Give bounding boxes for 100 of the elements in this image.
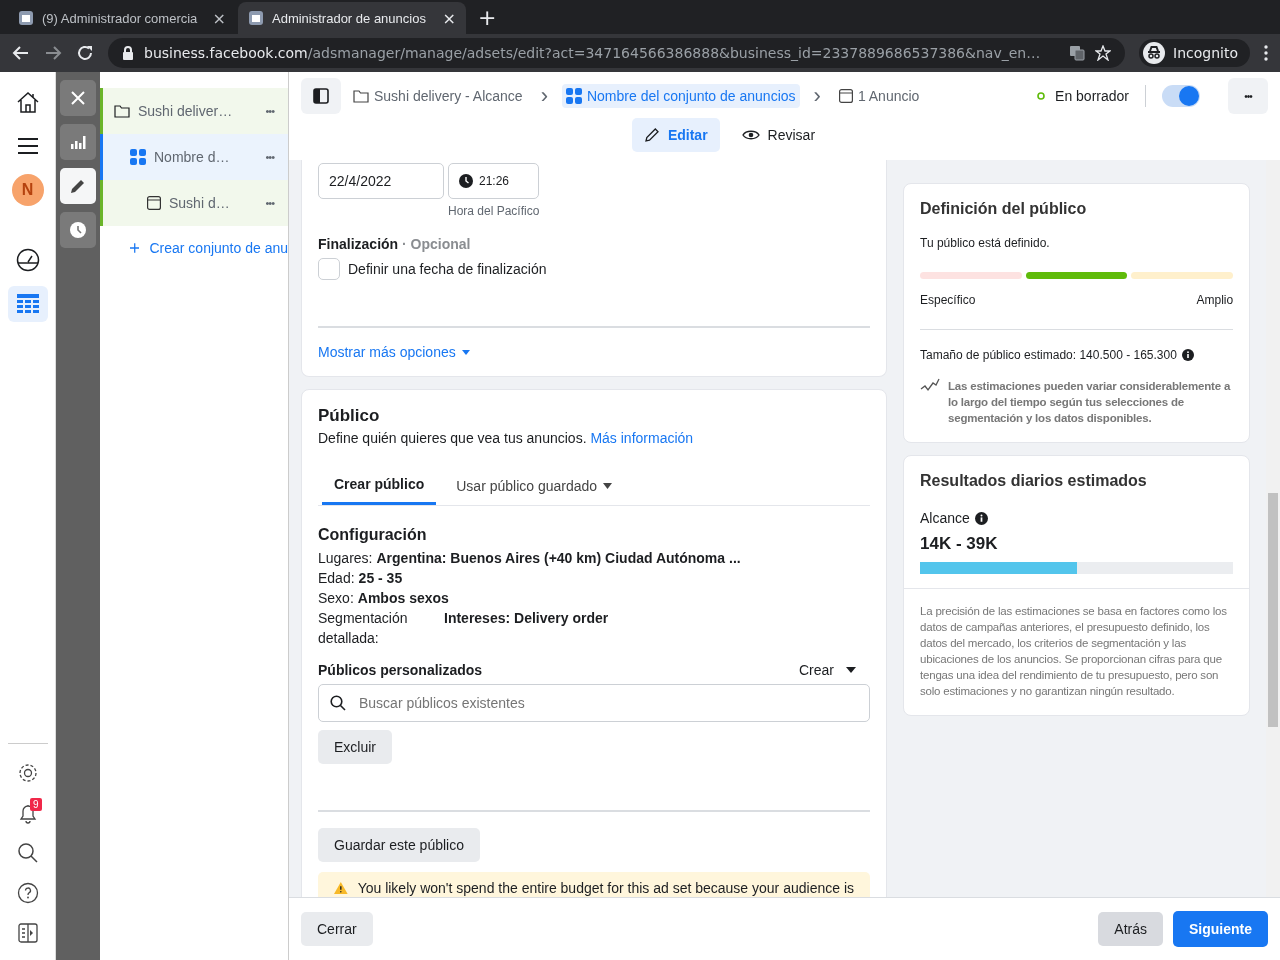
- tree-item[interactable]: Nombre d… •••: [100, 134, 288, 180]
- more-button[interactable]: •••: [1228, 78, 1268, 114]
- pencil-icon: [643, 127, 660, 143]
- home-icon: [15, 90, 40, 114]
- section-label: Finalización: [318, 236, 399, 252]
- incognito-icon: [1143, 42, 1166, 64]
- reload-icon[interactable]: [76, 44, 94, 62]
- breadcrumb[interactable]: Nombre del conjunto de anuncios: [561, 84, 800, 108]
- more-button[interactable]: •••: [265, 105, 274, 117]
- config-label: Segmentación detallada:: [318, 609, 409, 648]
- chevron-icon: ›: [807, 85, 827, 107]
- config-label: Edad:: [318, 569, 355, 588]
- more-info-link[interactable]: Más información: [590, 430, 694, 446]
- more-button[interactable]: •••: [265, 151, 274, 163]
- meter-label: Amplio: [1196, 293, 1234, 307]
- close-tab-button[interactable]: ×: [212, 8, 226, 28]
- settings-icon: [16, 762, 39, 784]
- back-button[interactable]: Atrás: [1098, 912, 1163, 946]
- chevron-icon: ›: [534, 85, 554, 107]
- metric-label: Alcance: [920, 510, 970, 526]
- browser-menu-icon[interactable]: [1264, 45, 1268, 61]
- tool-button[interactable]: [60, 80, 96, 116]
- forward-icon[interactable]: [44, 44, 62, 62]
- create-ad-set-link[interactable]: Crear conjunto de anu: [100, 226, 288, 256]
- mode-tab[interactable]: Revisar: [729, 118, 828, 152]
- new-tab-button[interactable]: +: [468, 5, 507, 34]
- panel-toggle-button[interactable]: [301, 78, 341, 114]
- pencil-icon: [70, 178, 86, 194]
- save-audience-button[interactable]: Guardar este público: [318, 828, 480, 862]
- caret-icon: [461, 349, 470, 355]
- search-field[interactable]: Buscar públicos existentes: [318, 684, 870, 722]
- config-value: Ambos sexos: [357, 589, 449, 608]
- reach-range: 14K - 39K: [920, 534, 999, 554]
- config-value: 25 - 35: [358, 569, 403, 588]
- address-bar[interactable]: business.facebook.com/adsmanager/manage/adsets/edit?act=347164566386888&business_id=2337889686537386&nav_en…: [108, 38, 1126, 68]
- warning-icon: [334, 881, 348, 895]
- next-button[interactable]: Siguiente: [1173, 911, 1268, 947]
- translate-icon[interactable]: [1069, 45, 1086, 61]
- eye-icon: [741, 129, 760, 141]
- date-field[interactable]: 22/4/2022: [318, 163, 444, 199]
- grid-icon: [565, 88, 582, 104]
- bar-chart-icon: [70, 135, 86, 149]
- audience-tab[interactable]: Usar público guardado: [444, 468, 625, 505]
- incognito-badge[interactable]: Incognito: [1139, 39, 1250, 67]
- audience-size: Tamaño de público estimado: 140.500 - 165.300: [920, 348, 1177, 362]
- browser-tab[interactable]: Administrador de anuncios ×: [238, 2, 466, 34]
- config-label: Lugares:: [318, 549, 373, 568]
- status-label: En borrador: [1055, 88, 1129, 104]
- info-icon[interactable]: [974, 511, 988, 525]
- tree-item[interactable]: Sushi deliver… •••: [100, 88, 288, 134]
- gauge-icon: [15, 248, 40, 272]
- folder-icon: [114, 104, 130, 118]
- section-title: Públicos personalizados: [318, 662, 483, 678]
- close-button[interactable]: Cerrar: [301, 912, 373, 946]
- scrollbar-thumb[interactable]: [1268, 493, 1279, 727]
- tool-button[interactable]: [60, 212, 96, 248]
- side-panel-icon: [17, 923, 38, 943]
- estimate-note: Las estimaciones pueden variar considerablemente a lo largo del tiempo según tus selecciones de segmentación y los datos disponibles.: [948, 379, 1232, 426]
- tree-item[interactable]: Sushi d… •••: [100, 180, 288, 226]
- plus-icon: [130, 242, 140, 254]
- notification-badge: 9: [29, 798, 42, 811]
- card-title: Resultados diarios estimados: [920, 472, 1148, 490]
- time-field[interactable]: 21:26: [448, 163, 539, 199]
- close-tab-button[interactable]: ×: [442, 8, 456, 28]
- exclude-button[interactable]: Excluir: [318, 730, 392, 764]
- close-icon: [71, 91, 85, 105]
- optional-label: · Opcional: [402, 236, 471, 252]
- clock-icon: [70, 222, 86, 238]
- tool-button[interactable]: [60, 124, 96, 160]
- checkbox[interactable]: [318, 258, 340, 280]
- warning-text: You likely won't spend the entire budget for this ad set because your audience is: [357, 880, 854, 896]
- grid-icon: [130, 149, 146, 165]
- window-icon: [147, 196, 161, 210]
- card-title: Definición del público: [920, 200, 1088, 218]
- breadcrumb[interactable]: 1 Anuncio: [834, 84, 924, 108]
- more-button[interactable]: •••: [265, 197, 274, 209]
- status-text: Tu público está definido.: [920, 236, 1051, 250]
- sidebar-icon: [313, 88, 329, 104]
- create-dropdown[interactable]: Crear: [799, 662, 856, 678]
- mode-tab[interactable]: Editar: [631, 118, 720, 152]
- browser-tab[interactable]: (9) Administrador comercia ×: [8, 2, 236, 34]
- section-description: Define quién quieres que vea tus anuncios. Más información: [318, 430, 695, 446]
- table-icon: [16, 294, 39, 314]
- tool-button[interactable]: [60, 168, 96, 204]
- folder-icon: [353, 89, 369, 103]
- info-icon[interactable]: [1181, 349, 1194, 361]
- clock-icon: [459, 174, 473, 188]
- help-icon: [16, 882, 39, 904]
- trend-line-icon: [920, 378, 940, 392]
- rail-button[interactable]: 9: [7, 798, 48, 828]
- audience-tab[interactable]: Crear público: [322, 468, 437, 505]
- toggle-switch[interactable]: [1162, 85, 1200, 107]
- show-more-options-link[interactable]: Mostrar más opciones: [318, 344, 470, 360]
- search-icon: [16, 842, 39, 864]
- section-title: Configuración: [318, 526, 428, 544]
- back-icon[interactable]: [12, 44, 30, 62]
- star-icon[interactable]: [1095, 45, 1112, 61]
- meter-label: Específico: [920, 293, 976, 307]
- breadcrumb[interactable]: Sushi delivery - Alcance: [349, 84, 527, 108]
- caret-icon: [846, 667, 856, 673]
